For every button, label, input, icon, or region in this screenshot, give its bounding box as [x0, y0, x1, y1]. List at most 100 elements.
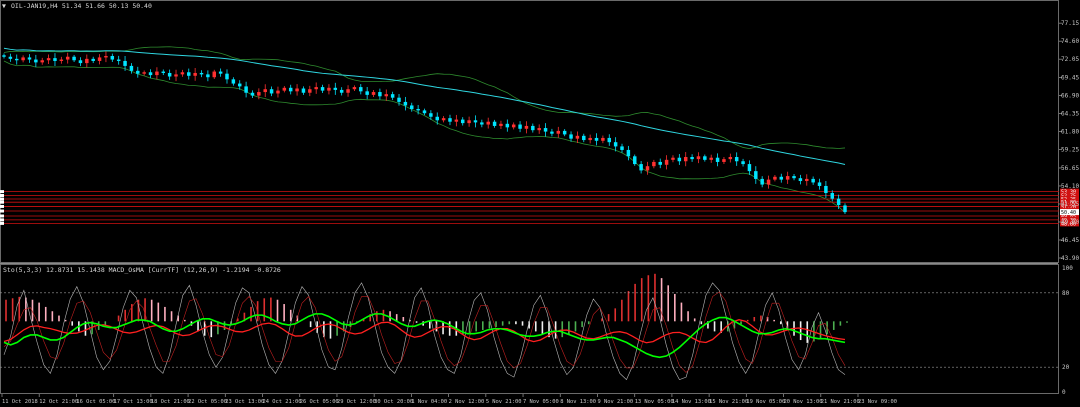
- candle: [180, 69, 185, 77]
- candle: [836, 194, 841, 210]
- candle: [556, 126, 561, 138]
- x-tick-label: 24 Oct 21:00: [263, 399, 302, 405]
- candle: [703, 154, 707, 162]
- candle: [59, 56, 64, 64]
- x-tick-label: 12 Oct 21:00: [39, 399, 78, 405]
- y-tick-label: 64.35: [1061, 111, 1079, 118]
- y-tick-label: 43.90: [1061, 255, 1079, 262]
- candle: [480, 119, 484, 128]
- candle: [562, 129, 567, 137]
- x-tick-label: 13 Nov 05:00: [635, 399, 674, 405]
- candle: [339, 87, 344, 96]
- candle: [645, 161, 650, 175]
- x-tick-label: 21 Nov 21:00: [821, 399, 860, 405]
- chart-canvas[interactable]: 53.3052.7552.2551.8051.2050.5549.8549.30…: [0, 0, 1080, 407]
- level-marker: [0, 209, 4, 213]
- candle: [263, 84, 267, 98]
- candle: [346, 85, 350, 97]
- candle: [333, 82, 338, 95]
- candle: [499, 120, 503, 129]
- sub-tick-label: 0: [1062, 389, 1066, 396]
- candle: [161, 69, 166, 76]
- candle: [104, 51, 108, 63]
- x-tick-label: 1 Nov 04:00: [411, 399, 447, 405]
- candle: [766, 175, 771, 189]
- candle: [136, 66, 140, 78]
- candle: [359, 84, 363, 95]
- candle: [460, 117, 465, 126]
- candle: [696, 152, 701, 164]
- candle: [779, 173, 784, 183]
- y-tick-label: 72.05: [1061, 56, 1079, 63]
- candle: [441, 116, 446, 123]
- candle: [843, 203, 847, 215]
- x-tick-label: 22 Oct 05:00: [188, 399, 227, 405]
- y-tick-label: 49.00: [1061, 219, 1079, 226]
- symbol-header-arrow[interactable]: ▼: [2, 2, 6, 10]
- candle: [626, 145, 631, 161]
- sub-tick-label: 20: [1062, 364, 1070, 371]
- candle: [15, 54, 19, 65]
- stochastic-lines: [3, 282, 846, 381]
- candle: [244, 81, 248, 98]
- candle: [454, 114, 459, 127]
- candle: [671, 155, 675, 163]
- candle: [569, 131, 573, 142]
- candle: [314, 82, 318, 94]
- candle: [664, 155, 669, 170]
- candle: [65, 52, 70, 64]
- candle: [652, 159, 656, 169]
- candle: [110, 53, 115, 62]
- sub-panel-frame: [0, 264, 1059, 394]
- candle: [754, 166, 758, 184]
- candle: [760, 176, 764, 188]
- candle: [295, 84, 299, 96]
- candle: [601, 135, 605, 144]
- candle: [187, 68, 191, 80]
- candle: [639, 161, 643, 174]
- y-tick-label: 66.90: [1061, 93, 1079, 100]
- x-tick-label: 5 Nov 21:00: [486, 399, 522, 405]
- candle: [728, 153, 733, 163]
- x-tick-label: 23 Oct 13:00: [225, 399, 264, 405]
- candle: [403, 96, 408, 111]
- candle: [282, 86, 287, 93]
- x-tick-label: 29 Oct 12:00: [337, 399, 376, 405]
- x-tick-label: 14 Nov 13:00: [672, 399, 711, 405]
- x-tick-label: 9 Nov 21:00: [597, 399, 633, 405]
- level-marker: [0, 190, 4, 194]
- y-tick-label: 46.45: [1061, 237, 1079, 244]
- candle: [543, 123, 548, 137]
- candle: [492, 119, 497, 128]
- time-axis: 11 Oct 2018 12 Oct 21:0016 Oct 05:0017 Oc…: [1, 394, 897, 405]
- level-marker: [0, 204, 4, 208]
- x-tick-label: 16 Oct 05:00: [76, 399, 115, 405]
- bollinger-bands: [3, 46, 846, 213]
- band-lower: [3, 60, 846, 213]
- candle: [40, 57, 44, 65]
- current-price-label: 50.40: [1061, 210, 1076, 216]
- level-marker: [0, 221, 4, 225]
- stoch-k-line: [3, 282, 846, 381]
- x-tick-label: 8 Nov 13:00: [560, 399, 596, 405]
- candle: [167, 69, 172, 80]
- price-levels: 53.3052.7552.2551.8051.2050.5549.8549.30…: [0, 188, 1079, 227]
- sub-tick-label: 80: [1062, 290, 1070, 297]
- candle: [582, 133, 586, 143]
- stoch-thin-red: [3, 291, 846, 373]
- candle: [633, 154, 637, 166]
- candle: [524, 121, 529, 134]
- candle: [174, 69, 178, 82]
- x-tick-label: 17 Oct 13:00: [114, 399, 153, 405]
- candle: [288, 84, 293, 95]
- x-tick-label: 7 Nov 05:00: [523, 399, 559, 405]
- candle: [537, 124, 541, 134]
- candle: [773, 175, 777, 182]
- moving-average-line: [3, 47, 846, 165]
- candle: [811, 176, 815, 185]
- candle: [620, 143, 624, 153]
- candle: [78, 57, 83, 67]
- candle: [269, 86, 274, 97]
- candle: [225, 69, 229, 84]
- y-tick-label: 61.80: [1061, 129, 1079, 136]
